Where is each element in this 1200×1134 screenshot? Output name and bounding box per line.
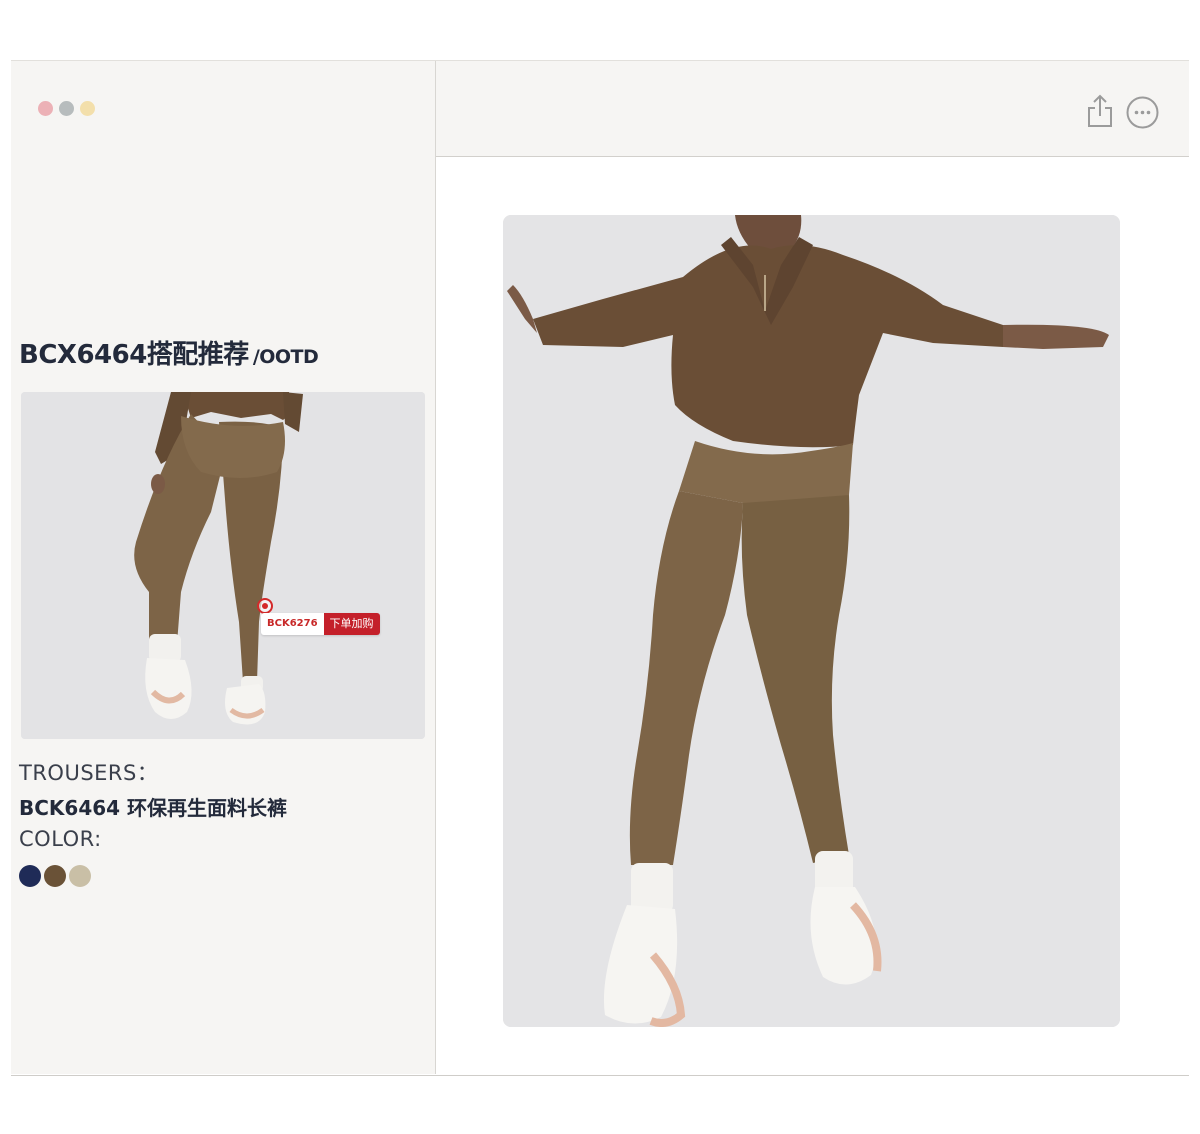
hero-photo <box>503 215 1120 1027</box>
outfit-thumbnail-image[interactable]: BCK6276 下单加购 <box>21 392 425 739</box>
add-to-cart-button[interactable]: 下单加购 <box>323 613 380 635</box>
maximize-window-dot[interactable] <box>80 101 95 116</box>
hero-product-image[interactable] <box>503 215 1120 1027</box>
swatch-navy[interactable] <box>19 865 41 887</box>
swatch-beige[interactable] <box>69 865 91 887</box>
swatch-brown[interactable] <box>44 865 66 887</box>
minimize-window-dot[interactable] <box>59 101 74 116</box>
left-panel: BCX6464搭配推荐/OOTD BCK6276 下单加购 TROUSERS： … <box>11 61 436 1074</box>
thumbnail-photo <box>21 392 425 739</box>
outfit-title-text: BCX6464搭配推荐 <box>19 340 249 370</box>
right-header <box>436 61 1189 157</box>
close-window-dot[interactable] <box>38 101 53 116</box>
color-label: COLOR: <box>19 827 102 851</box>
app-window: BCX6464搭配推荐/OOTD BCK6276 下单加购 TROUSERS： … <box>11 60 1189 1076</box>
tag-pin-icon[interactable] <box>257 598 273 614</box>
outfit-subtitle: /OOTD <box>252 346 319 368</box>
outfit-title: BCX6464搭配推荐/OOTD <box>19 334 319 371</box>
share-icon[interactable] <box>1086 94 1114 128</box>
product-tag[interactable]: BCK6276 下单加购 <box>261 613 380 635</box>
product-name: BCK6464 环保再生面料长裤 <box>19 796 288 820</box>
more-icon[interactable] <box>1126 96 1159 129</box>
color-swatches <box>19 865 91 887</box>
tag-product-code: BCK6276 <box>261 613 324 635</box>
trousers-label: TROUSERS： <box>19 761 159 785</box>
